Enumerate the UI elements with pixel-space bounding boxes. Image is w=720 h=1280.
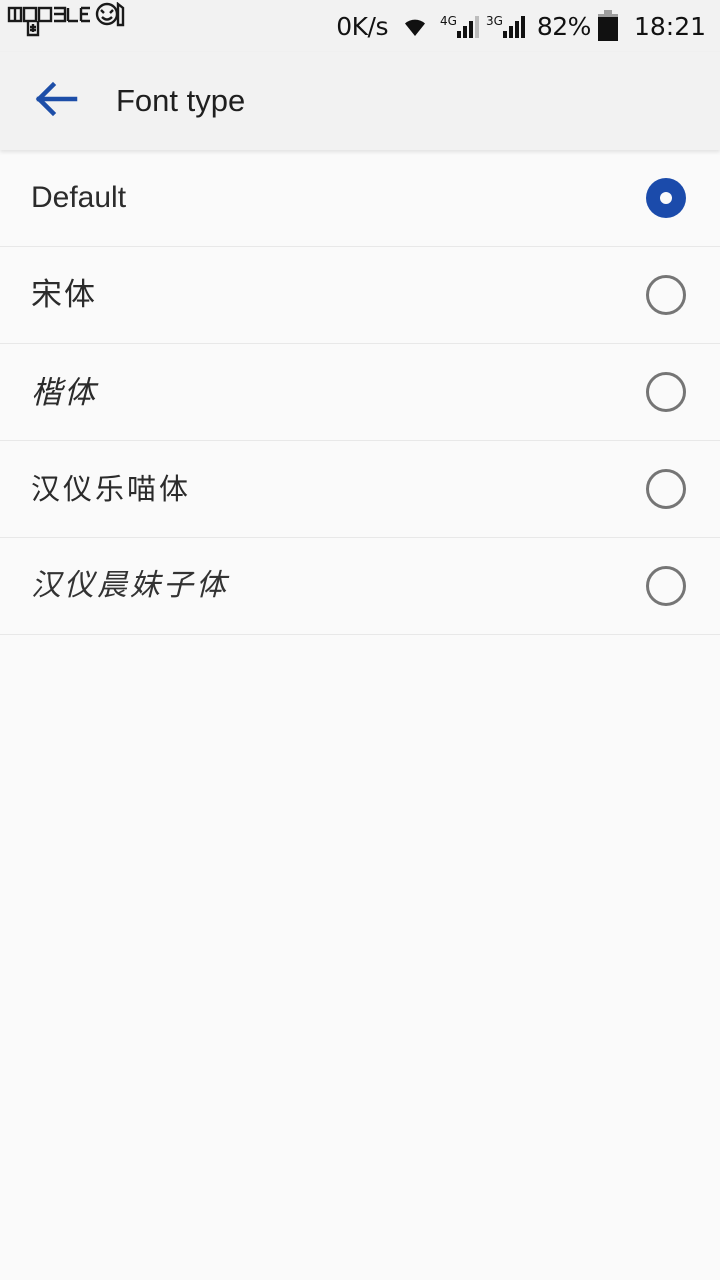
radio-button[interactable] (646, 275, 686, 315)
wifi-icon (399, 14, 431, 38)
app-bar: Font type (0, 52, 720, 150)
signal-4g-indicator: 4G (440, 13, 483, 39)
radio-button[interactable] (646, 566, 686, 606)
back-button[interactable] (26, 70, 88, 132)
radio-button[interactable] (646, 372, 686, 412)
mobile-watermark-logo (6, 1, 130, 46)
list-item[interactable]: 楷体 (0, 344, 720, 441)
font-option-label: 楷体 (31, 374, 97, 410)
font-option-label: 宋体 (31, 276, 97, 313)
back-arrow-icon (35, 80, 79, 123)
signal-3g-indicator: 3G (486, 13, 529, 39)
sim2-network-label: 3G (485, 14, 503, 28)
font-type-list: Default 宋体 楷体 汉仪乐喵体 汉仪晨妹子体 (0, 150, 720, 635)
list-item[interactable]: 宋体 (0, 247, 720, 344)
sim1-network-label: 4G (440, 14, 457, 28)
list-item[interactable]: 汉仪晨妹子体 (0, 538, 720, 635)
status-bar: 0K/s 4G 3G 82% 18:21 (0, 0, 720, 52)
page-title: Font type (116, 83, 246, 118)
clock-text: 18:21 (633, 11, 706, 41)
font-option-label: 汉仪晨妹子体 (31, 568, 229, 603)
status-icons: 0K/s 4G 3G 82% 18:21 (336, 0, 706, 52)
radio-button[interactable] (646, 469, 686, 509)
font-option-label: 汉仪乐喵体 (31, 471, 192, 506)
font-option-label: Default (31, 181, 127, 214)
list-item[interactable]: Default (0, 150, 720, 247)
network-speed-text: 0K/s (336, 11, 388, 41)
battery-percent-text: 82% (536, 11, 592, 41)
radio-button-selected[interactable] (646, 178, 686, 218)
list-item[interactable]: 汉仪乐喵体 (0, 441, 720, 538)
battery-icon (597, 10, 619, 42)
